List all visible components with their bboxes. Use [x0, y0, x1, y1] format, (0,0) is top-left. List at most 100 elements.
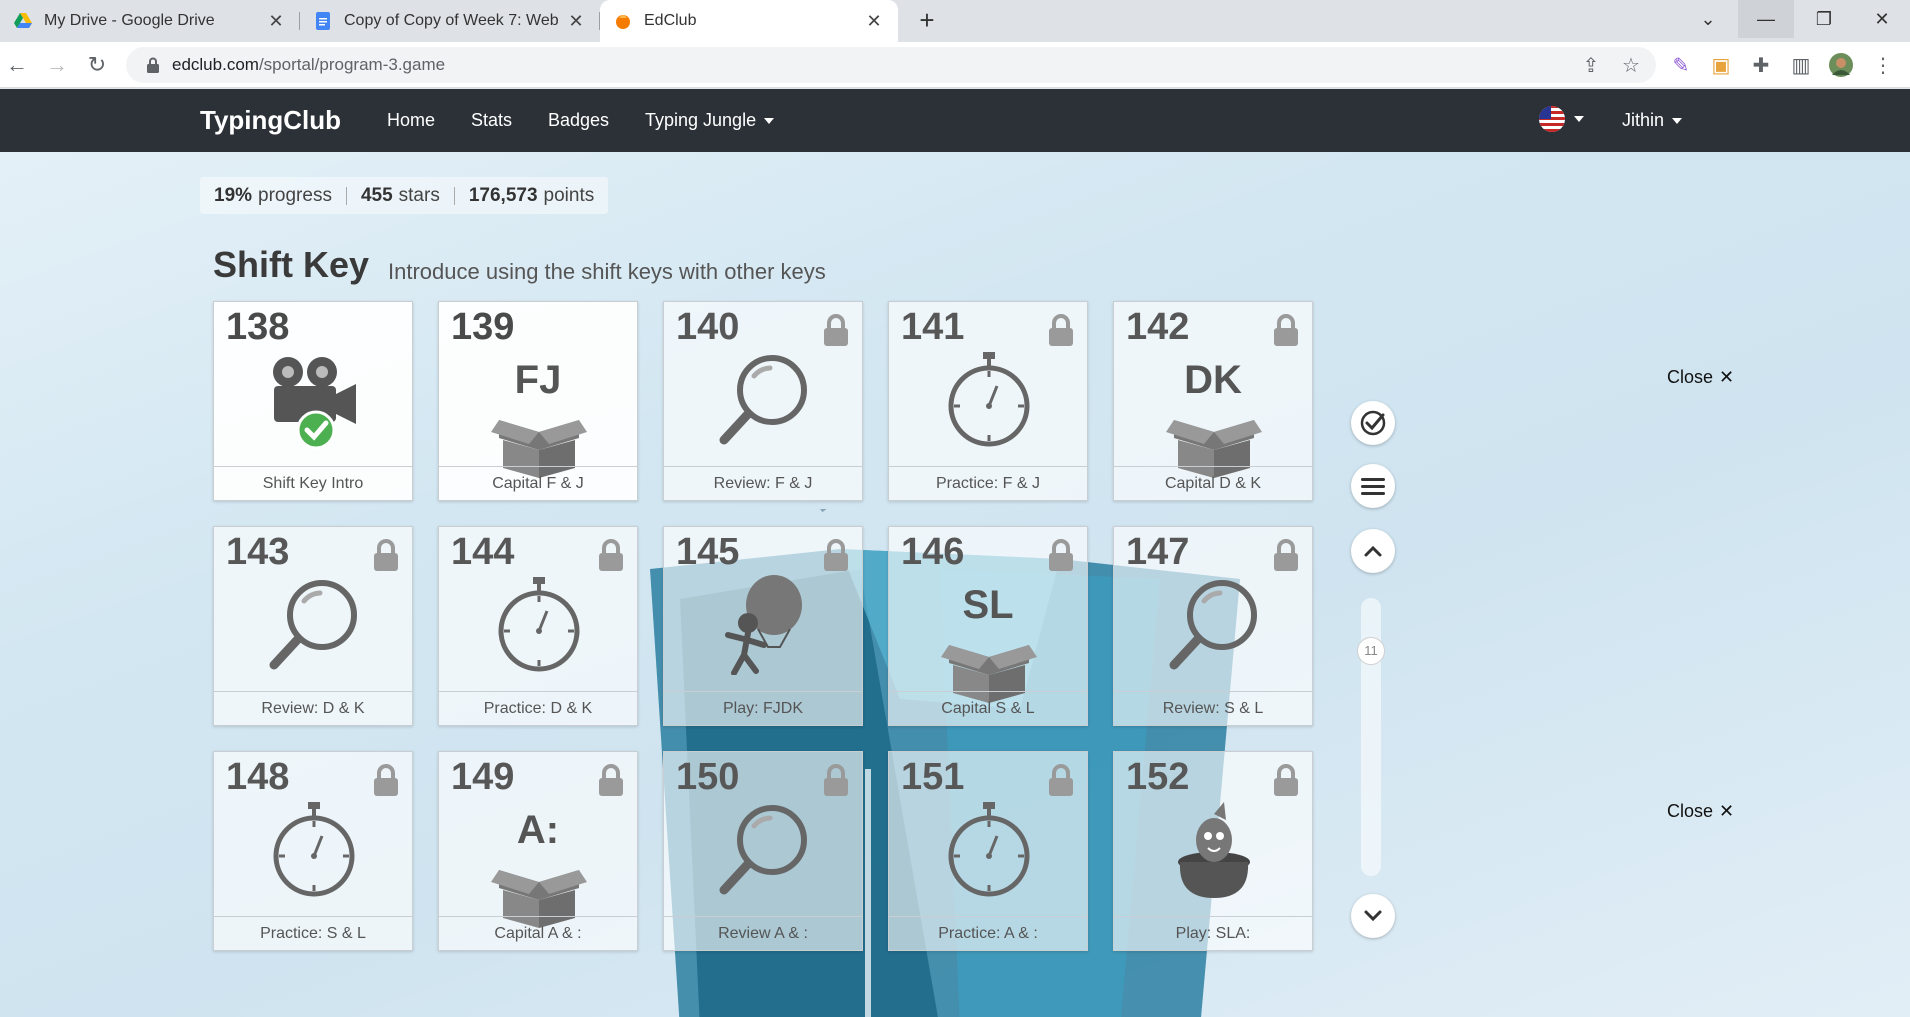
- practice-lesson-icon: [939, 350, 1039, 450]
- url-host: edclub.com: [172, 55, 259, 74]
- lock-icon: [1272, 764, 1300, 796]
- lesson-number: 147: [1126, 531, 1190, 573]
- tab-google-drive[interactable]: My Drive - Google Drive ✕: [0, 0, 300, 42]
- share-icon[interactable]: ⇪: [1578, 52, 1604, 78]
- lesson-number: 149: [451, 756, 515, 798]
- extensions-puzzle-icon[interactable]: ✚: [1748, 52, 1774, 78]
- lesson-card[interactable]: 147 Review: S & L: [1113, 526, 1313, 726]
- close-icon: ✕: [1719, 801, 1735, 821]
- image-extension-icon[interactable]: ▣: [1708, 52, 1734, 78]
- lesson-card[interactable]: 149 A: Capital A & :: [438, 751, 638, 951]
- google-drive-icon: [14, 12, 32, 30]
- lesson-label: Capital F & J: [439, 466, 637, 500]
- nav-stats-link[interactable]: Stats: [471, 110, 512, 131]
- chevron-down-icon: [1574, 116, 1584, 122]
- lesson-number: 143: [226, 531, 290, 573]
- restore-button[interactable]: ❐: [1796, 0, 1852, 38]
- review-lesson-icon: [714, 800, 814, 900]
- brand-logo[interactable]: TypingClub: [200, 105, 341, 136]
- tab-google-docs[interactable]: Copy of Copy of Week 7: Web De ✕: [300, 0, 600, 42]
- lesson-card[interactable]: 148 Practice: S & L: [213, 751, 413, 951]
- chevron-down-icon: [1364, 910, 1382, 922]
- goal-check-button[interactable]: [1351, 401, 1395, 445]
- page: TypingClub Home Stats Badges Typing Jung…: [0, 89, 1910, 1017]
- lesson-label: Review: F & J: [664, 466, 862, 500]
- scroll-up-button[interactable]: [1351, 529, 1395, 573]
- tab-close-icon[interactable]: ✕: [566, 11, 586, 32]
- lesson-label: Practice: F & J: [889, 466, 1087, 500]
- window-close-button[interactable]: ✕: [1854, 0, 1910, 38]
- lock-icon: [1047, 314, 1075, 346]
- progress-stats: 19% progress 455 stars 176,573 points: [200, 177, 609, 214]
- lesson-card[interactable]: 143 Review: D & K: [213, 526, 413, 726]
- lock-icon: [822, 539, 850, 571]
- back-icon[interactable]: ←: [2, 50, 32, 80]
- lesson-card[interactable]: 142 DK Capital D & K: [1113, 301, 1313, 501]
- forward-icon[interactable]: →: [42, 50, 72, 80]
- lock-icon: [1272, 539, 1300, 571]
- stats-divider: [453, 186, 455, 205]
- chevron-down-icon: [1672, 118, 1683, 125]
- lesson-label: Play: SLA:: [1114, 916, 1312, 950]
- menu-button[interactable]: [1351, 464, 1395, 508]
- stats-divider: [345, 186, 347, 205]
- stars-label: stars: [398, 184, 440, 206]
- progress-value: 19%: [214, 184, 253, 206]
- lesson-label: Practice: A & :: [889, 916, 1087, 950]
- new-tab-button[interactable]: +: [912, 6, 942, 36]
- lesson-key-letters: A:: [516, 808, 560, 852]
- google-docs-icon: [314, 12, 332, 30]
- lesson-card[interactable]: 152 Play: SLA:: [1113, 751, 1313, 951]
- nav-typing-jungle-dropdown[interactable]: Typing Jungle: [645, 110, 775, 131]
- close-button[interactable]: Close ✕: [1667, 801, 1734, 822]
- close-button[interactable]: Close ✕: [1667, 367, 1734, 388]
- lock-icon: [597, 539, 625, 571]
- play-balloon-lesson-icon: [714, 575, 814, 676]
- lesson-number: 152: [1126, 756, 1190, 798]
- lesson-card[interactable]: 146 SL Capital S & L: [888, 526, 1088, 726]
- address-bar[interactable]: edclub.com/sportal/program-3.game: [126, 47, 1656, 83]
- browser-menu-icon[interactable]: ⋮: [1870, 52, 1896, 78]
- lesson-card[interactable]: 151 Practice: A & :: [888, 751, 1088, 951]
- lock-icon: [147, 57, 159, 73]
- practice-lesson-icon: [939, 800, 1039, 900]
- lesson-card[interactable]: 145 Play: FJDK: [663, 526, 863, 726]
- lesson-card[interactable]: 140 Review: F & J: [663, 301, 863, 501]
- review-lesson-icon: [1164, 575, 1264, 675]
- lesson-card[interactable]: 138 Shift Key Intro: [213, 301, 413, 501]
- user-menu-dropdown[interactable]: Jithin: [1622, 110, 1683, 131]
- lesson-label: Practice: S & L: [214, 916, 412, 950]
- lock-icon: [597, 764, 625, 796]
- tab-close-icon[interactable]: ✕: [266, 11, 286, 32]
- lesson-number: 142: [1126, 306, 1190, 348]
- tab-edclub[interactable]: EdClub ✕: [600, 0, 898, 42]
- lock-icon: [1047, 764, 1075, 796]
- scroll-down-button[interactable]: [1351, 894, 1395, 938]
- side-panel-icon[interactable]: ▥: [1788, 52, 1814, 78]
- edclub-icon: [614, 12, 632, 30]
- lesson-card[interactable]: 144 Practice: D & K: [438, 526, 638, 726]
- lock-icon: [822, 314, 850, 346]
- stars-value: 455: [360, 184, 393, 206]
- lesson-card[interactable]: 150 Review A & :: [663, 751, 863, 951]
- lesson-label: Shift Key Intro: [214, 466, 412, 500]
- lesson-label: Practice: D & K: [439, 691, 637, 725]
- tab-search-icon[interactable]: ⌄: [1680, 0, 1736, 38]
- tab-close-icon[interactable]: ✕: [864, 11, 884, 32]
- minimize-button[interactable]: —: [1738, 0, 1794, 38]
- level-slider-thumb[interactable]: 11: [1357, 637, 1385, 665]
- language-selector[interactable]: [1538, 105, 1584, 133]
- tab-title: EdClub: [644, 12, 697, 29]
- lesson-card[interactable]: 139 FJ Capital F & J: [438, 301, 638, 501]
- lesson-key-letters: DK: [1184, 358, 1242, 402]
- check-circle-icon: [1360, 410, 1386, 436]
- lesson-card[interactable]: 141 Practice: F & J: [888, 301, 1088, 501]
- reload-icon[interactable]: ↻: [82, 50, 112, 80]
- profile-avatar[interactable]: [1828, 52, 1854, 78]
- lesson-label: Capital D & K: [1114, 466, 1312, 500]
- nav-home-link[interactable]: Home: [387, 110, 435, 131]
- nav-badges-link[interactable]: Badges: [548, 110, 609, 131]
- points-label: points: [543, 184, 595, 206]
- pen-extension-icon[interactable]: ✎: [1668, 52, 1694, 78]
- bookmark-star-icon[interactable]: ☆: [1618, 52, 1644, 78]
